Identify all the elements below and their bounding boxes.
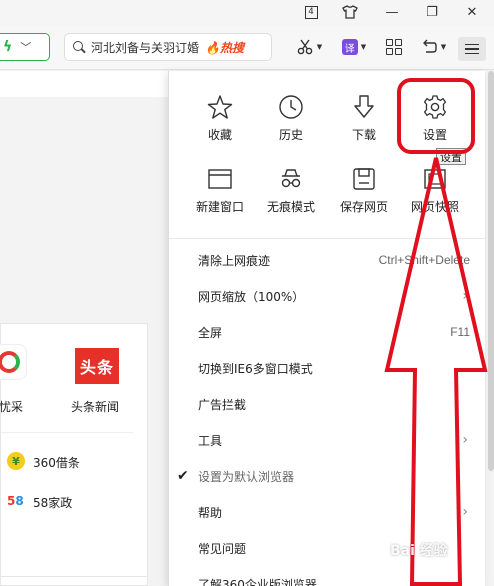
menu-item-label: 切换到IE6多窗口模式: [198, 361, 313, 376]
incognito-icon: [277, 165, 305, 193]
menu-item-label: 常见问题: [198, 541, 247, 556]
hamburger-line: [465, 43, 479, 46]
apps-button[interactable]: [382, 34, 406, 60]
scissors-icon: [297, 39, 313, 55]
menu-item-help[interactable]: 帮助 ›: [169, 494, 486, 530]
site-logo[interactable]: [0, 344, 27, 380]
chevron-right-icon: ›: [462, 288, 468, 304]
toutiao-logo[interactable]: 头条: [75, 348, 119, 384]
menu-item-label: 清除上网痕迹: [198, 253, 271, 268]
hamburger-line: [465, 52, 479, 55]
skin-shirt-button[interactable]: [330, 0, 370, 24]
incognito-button[interactable]: 无痕模式: [256, 165, 326, 227]
hamburger-line: [465, 48, 479, 50]
quick-action-label: 收藏: [207, 128, 232, 142]
list-item[interactable]: 58家政: [33, 494, 72, 511]
menu-item-label: 工具: [198, 433, 223, 448]
yuan-coin-icon: ¥: [7, 452, 25, 470]
menu-divider: [169, 238, 486, 239]
menu-item-enterprise[interactable]: 了解360企业版浏览器: [169, 566, 486, 586]
search-icon: [73, 41, 85, 53]
menu-item-fullscreen[interactable]: 全屏 F11: [169, 314, 486, 350]
divider: [1, 432, 133, 433]
menu-item-label: 帮助: [198, 505, 223, 520]
dropdown-arrow-icon: ▼: [360, 43, 367, 51]
58-logo: 58: [7, 494, 24, 508]
quick-action-label: 网页快照: [410, 200, 459, 214]
screenshot-button[interactable]: ▼: [292, 34, 326, 60]
search-suggestion-text: 河北刘备与关羽订婚: [91, 40, 200, 55]
settings-button[interactable]: 设置: [400, 93, 470, 155]
watermark: Bai 经验: [390, 543, 448, 559]
history-button[interactable]: 历史: [256, 93, 326, 155]
translate-icon: 译: [341, 39, 358, 55]
menu-item-label: 设置为默认浏览器: [198, 469, 295, 484]
checkmark-icon: ✔: [177, 468, 189, 484]
undo-button[interactable]: ▼: [416, 34, 450, 60]
ring-logo-icon: [0, 351, 20, 373]
title-bar: 4 — ❐ ✕: [0, 0, 494, 26]
chevron-right-icon: ›: [462, 432, 468, 448]
search-box[interactable]: 河北刘备与关羽订婚 🔥热搜: [64, 33, 272, 61]
window-icon: [206, 165, 234, 193]
quick-action-label: 无痕模式: [266, 200, 315, 214]
undo-icon: [422, 39, 437, 53]
save-page-button[interactable]: 保存网页: [329, 165, 399, 227]
menu-item-ad-block[interactable]: 广告拦截: [169, 386, 486, 422]
page-bottom-card: [0, 576, 148, 586]
tab-count-badge: 4: [304, 5, 318, 19]
page-top-card: [0, 71, 170, 97]
dropdown-arrow-icon: ▼: [440, 43, 447, 51]
address-bar-left[interactable]: ϟ ﹀: [0, 33, 50, 61]
restore-button[interactable]: ❐: [412, 0, 452, 24]
quick-action-label: 新建窗口: [195, 200, 244, 214]
site-card: 忧采 头条 头条新闻 ¥ 360借条 58 58家政: [0, 323, 148, 583]
snapshot-icon: [421, 165, 449, 193]
shirt-icon: [342, 5, 358, 19]
quick-action-label: 保存网页: [339, 200, 388, 214]
menu-item-tools[interactable]: 工具 ›: [169, 422, 486, 458]
clock-icon: [277, 93, 305, 121]
chevron-right-icon: ›: [462, 504, 468, 520]
new-window-button[interactable]: 新建窗口: [185, 165, 255, 227]
menu-item-default-browser[interactable]: ✔ 设置为默认浏览器: [169, 458, 486, 494]
site-label[interactable]: 头条新闻: [71, 398, 119, 415]
menu-item-label: 全屏: [198, 325, 223, 340]
menu-item-label: 网页缩放（100%）: [198, 289, 305, 304]
close-button[interactable]: ✕: [452, 0, 492, 24]
quick-action-label: 设置: [422, 128, 447, 142]
chevron-down-icon[interactable]: ﹀: [20, 39, 31, 55]
download-icon: [350, 93, 378, 121]
menu-item-shortcut: Ctrl+Shift+Delete: [378, 253, 470, 267]
favorites-button[interactable]: 收藏: [185, 93, 255, 155]
apps-grid-icon: [386, 39, 402, 55]
star-icon: [206, 93, 234, 121]
menu-item-clear-history[interactable]: 清除上网痕迹 Ctrl+Shift+Delete: [169, 242, 486, 278]
minimize-button[interactable]: —: [372, 0, 412, 24]
downloads-button[interactable]: 下载: [329, 93, 399, 155]
site-label[interactable]: 忧采: [0, 398, 23, 415]
page-snapshot-button[interactable]: 网页快照: [400, 165, 470, 227]
main-menu-button[interactable]: [458, 37, 486, 61]
dropdown-arrow-icon: ▼: [316, 43, 323, 51]
quick-action-label: 下载: [351, 128, 376, 142]
gear-icon: [421, 93, 449, 121]
menu-item-shortcut: F11: [450, 325, 470, 339]
menu-item-ie6-mode[interactable]: 切换到IE6多窗口模式: [169, 350, 486, 386]
translate-button[interactable]: 译 ▼: [338, 34, 370, 60]
toolbar: ϟ ﹀ 河北刘备与关羽订婚 🔥热搜 ▼ 译 ▼ ▼: [0, 26, 494, 70]
menu-item-label: 广告拦截: [198, 397, 247, 412]
list-item[interactable]: 360借条: [33, 454, 80, 471]
save-icon: [350, 165, 378, 193]
settings-tooltip: 设置: [436, 148, 466, 165]
tab-count-button[interactable]: 4: [291, 0, 331, 24]
lightning-icon: ϟ: [3, 39, 13, 55]
menu-item-label: 了解360企业版浏览器: [198, 577, 317, 586]
hot-search-badge[interactable]: 🔥热搜: [205, 39, 244, 56]
quick-action-label: 历史: [278, 128, 303, 142]
scrollbar[interactable]: [488, 71, 494, 471]
menu-item-zoom[interactable]: 网页缩放（100%） ›: [169, 278, 486, 314]
